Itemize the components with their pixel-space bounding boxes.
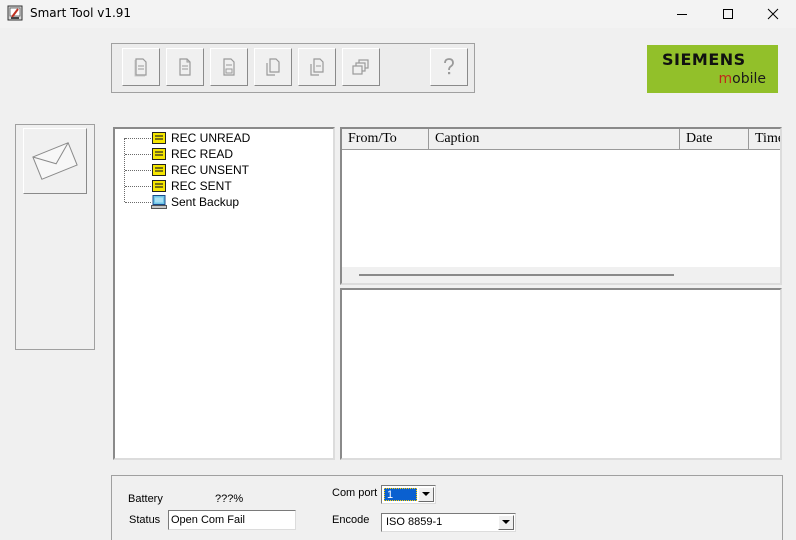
toolbar-button-new[interactable] xyxy=(122,48,160,86)
encode-label: Encode xyxy=(332,514,370,526)
toolbar-button-open[interactable] xyxy=(166,48,204,86)
comport-label: Com port xyxy=(332,487,378,499)
compose-message-button[interactable] xyxy=(23,128,87,194)
siemens-mobile-logo: SIEMENS mobile xyxy=(647,45,778,93)
minimize-button[interactable] xyxy=(659,0,705,28)
help-icon xyxy=(444,58,454,75)
chevron-down-icon xyxy=(422,492,430,496)
horizontal-scrollbar[interactable] xyxy=(342,267,780,283)
inbox-folder-icon xyxy=(151,163,167,177)
tree-item-rec-read[interactable]: REC READ xyxy=(125,146,233,162)
app-icon[interactable] xyxy=(7,5,23,21)
maximize-button[interactable] xyxy=(705,0,751,28)
maximize-icon xyxy=(723,9,733,19)
toolbar-button-stack[interactable] xyxy=(342,48,380,86)
doc-new-icon xyxy=(134,58,147,77)
folder-tree[interactable]: REC UNREAD REC READ REC UNSENT REC SENT … xyxy=(113,127,335,460)
column-header-caption[interactable]: Caption xyxy=(429,129,680,150)
battery-label: Battery xyxy=(128,493,163,505)
close-icon xyxy=(767,8,779,20)
encode-select[interactable]: ISO 8859-1 xyxy=(381,513,516,532)
column-header-time[interactable]: Time xyxy=(749,129,780,150)
tree-item-label: REC READ xyxy=(171,147,234,161)
logo-m: m xyxy=(718,71,733,87)
comport-value: 1 xyxy=(384,488,417,501)
tree-item-sent-backup[interactable]: Sent Backup xyxy=(125,194,239,210)
tree-item-rec-sent[interactable]: REC SENT xyxy=(125,178,232,194)
status-label: Status xyxy=(129,514,161,526)
doc-stack-icon xyxy=(352,59,369,75)
computer-icon xyxy=(151,195,167,209)
doc-paste-icon xyxy=(310,58,324,76)
battery-value: ???% xyxy=(215,493,244,505)
toolbar-button-paste[interactable] xyxy=(298,48,336,86)
tree-item-label: Sent Backup xyxy=(171,195,240,209)
inbox-folder-icon xyxy=(151,147,167,161)
column-header-from-to[interactable]: From/To xyxy=(342,129,429,150)
toolbar-button-copy[interactable] xyxy=(254,48,292,86)
doc-open-icon xyxy=(179,58,191,76)
doc-save-icon xyxy=(223,58,235,76)
comport-dropdown-button[interactable] xyxy=(418,487,434,502)
tree-item-label: REC UNREAD xyxy=(171,131,251,145)
minimize-icon xyxy=(677,14,687,15)
message-preview[interactable] xyxy=(340,288,782,460)
left-panel xyxy=(15,124,95,350)
toolbar-button-help[interactable] xyxy=(430,48,468,86)
encode-dropdown-button[interactable] xyxy=(498,515,514,530)
inbox-folder-icon xyxy=(151,131,167,145)
column-header-date[interactable]: Date xyxy=(680,129,749,150)
toolbar xyxy=(111,43,475,93)
status-field: Open Com Fail xyxy=(168,510,296,530)
tree-item-rec-unsent[interactable]: REC UNSENT xyxy=(125,162,249,178)
logo-line2: mobile xyxy=(719,71,767,87)
envelope-icon xyxy=(32,142,78,180)
logo-line1: SIEMENS xyxy=(662,50,746,69)
comport-select[interactable]: 1 xyxy=(381,485,436,504)
title-bar: Smart Tool v1.91 xyxy=(0,0,796,28)
scrollbar-thumb[interactable] xyxy=(359,274,674,276)
encode-value: ISO 8859-1 xyxy=(386,516,443,528)
window-title: Smart Tool v1.91 xyxy=(30,6,132,20)
doc-copy-icon xyxy=(266,58,280,76)
tree-item-label: REC UNSENT xyxy=(171,163,250,177)
chevron-down-icon xyxy=(502,520,510,524)
close-button[interactable] xyxy=(750,0,796,28)
tree-item-rec-unread[interactable]: REC UNREAD xyxy=(125,130,250,146)
toolbar-button-save[interactable] xyxy=(210,48,248,86)
tree-item-label: REC SENT xyxy=(171,179,232,193)
status-panel: Battery ???% Status Open Com Fail Com po… xyxy=(111,475,783,540)
logo-line2-rest: obile xyxy=(732,71,766,87)
message-list[interactable]: From/To Caption Date Time xyxy=(340,127,782,285)
inbox-folder-icon xyxy=(151,179,167,193)
